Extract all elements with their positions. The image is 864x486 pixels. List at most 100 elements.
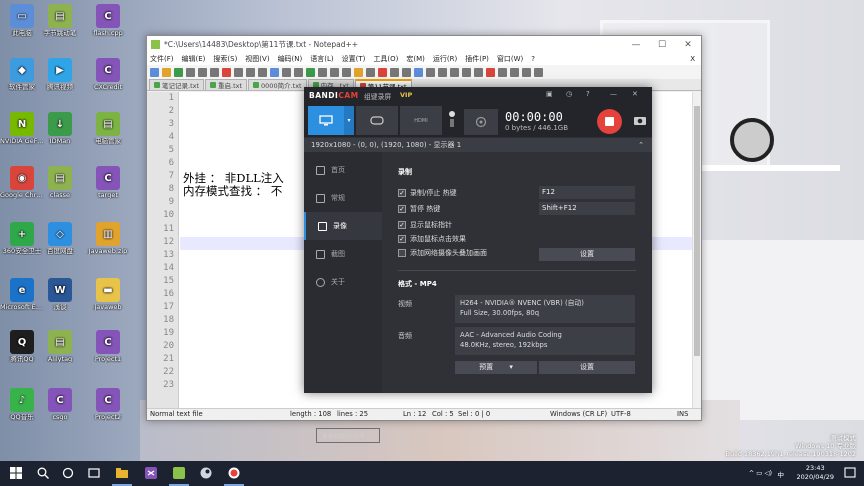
nav-home[interactable]: 首页: [304, 156, 382, 184]
bandicam-window[interactable]: BANDICAM 组键录屏 VIP ▣ ◷ ? — ✕ ▾ HDMI 00:00…: [304, 87, 652, 443]
record-stop-button[interactable]: [597, 109, 622, 134]
toolbar-icon[interactable]: [462, 67, 471, 77]
toolbar-icon[interactable]: [390, 67, 399, 77]
desktop-icon[interactable]: W 浅谈: [38, 278, 82, 311]
notepadpp-taskbar-icon[interactable]: [173, 467, 185, 479]
toolbar-icon[interactable]: [270, 67, 279, 77]
collapse-icon[interactable]: ⌃: [638, 138, 644, 152]
toolbar-icon[interactable]: [222, 67, 231, 77]
menu-close-doc[interactable]: X: [690, 55, 695, 63]
input-language[interactable]: 中: [778, 469, 785, 479]
toolbar-icon[interactable]: [162, 67, 171, 77]
toolbar-icon[interactable]: [402, 67, 411, 77]
desktop-icon[interactable]: ▤ 电脑管家: [86, 112, 130, 145]
vip-badge[interactable]: VIP: [400, 91, 412, 99]
webcam-icon[interactable]: [464, 109, 498, 135]
audio-format-box[interactable]: AAC - Advanced Audio Coding 48.0KHz, ste…: [455, 327, 635, 355]
menu-view[interactable]: 视图(V): [245, 54, 269, 64]
scrollbar-thumb[interactable]: [694, 106, 700, 356]
menu-run[interactable]: 运行(R): [433, 54, 457, 64]
option-checkbox[interactable]: ✓: [398, 189, 406, 197]
task-view-icon[interactable]: [88, 467, 100, 479]
option-checkbox[interactable]: ✓: [398, 235, 406, 243]
code-line[interactable]: 内存模式查找 ： 不: [183, 183, 282, 199]
tray-icons[interactable]: ^ ▭ ◁): [749, 469, 772, 477]
toolbar-icon[interactable]: [474, 67, 483, 77]
file-tab[interactable]: 重启.txt: [205, 79, 248, 90]
toolbar-icon[interactable]: [258, 67, 267, 77]
clock-icon[interactable]: ◷: [566, 90, 572, 98]
menu-help[interactable]: ?: [531, 55, 535, 63]
toolbar-icon[interactable]: [342, 67, 351, 77]
file-tab[interactable]: 0000简介.txt: [248, 79, 307, 90]
desktop-icon[interactable]: ▶ 腾讯视频: [38, 58, 82, 91]
option-checkbox[interactable]: [398, 249, 406, 257]
game-mode-button[interactable]: [356, 106, 398, 135]
menu-search[interactable]: 搜索(S): [213, 54, 237, 64]
menu-tools[interactable]: 工具(O): [373, 54, 398, 64]
toolbar-icon[interactable]: [450, 67, 459, 77]
desktop-icon[interactable]: ↓ IDMan: [38, 112, 82, 145]
desktop-icon[interactable]: ▤ 字节跳动笔: [38, 4, 82, 37]
toolbar-icon[interactable]: [294, 67, 303, 77]
option-checkbox[interactable]: ✓: [398, 221, 406, 229]
minimize-button[interactable]: —: [610, 90, 617, 98]
menu-macro[interactable]: 宏(M): [406, 54, 425, 64]
file-explorer-icon[interactable]: [116, 467, 128, 479]
toolbar-icon[interactable]: [378, 67, 387, 77]
desktop-icon[interactable]: ▥ Javaweb.zip: [86, 222, 130, 255]
toolbar-icon[interactable]: [282, 67, 291, 77]
desktop-icon[interactable]: ▤ classe: [38, 166, 82, 199]
desktop-icon[interactable]: ▬ javaweb: [86, 278, 130, 311]
steam-icon[interactable]: [200, 467, 212, 479]
desktop-icon[interactable]: C Project1: [86, 330, 130, 363]
visual-studio-icon[interactable]: [145, 467, 157, 479]
toolbar-icon[interactable]: [354, 67, 363, 77]
cortana-icon[interactable]: [62, 467, 74, 479]
desktop-icon[interactable]: Ccsgo: [38, 388, 82, 421]
toolbar-icon[interactable]: [234, 67, 243, 77]
desktop-icon[interactable]: C Project2: [86, 388, 130, 421]
menu-encoding[interactable]: 编码(N): [278, 54, 303, 64]
toolbar-icon[interactable]: [198, 67, 207, 77]
screen-mode-dropdown[interactable]: ▾: [344, 106, 354, 135]
maximize-button[interactable]: ☐: [649, 40, 675, 50]
nav-general[interactable]: 常规: [304, 184, 382, 212]
toolbar-icon[interactable]: [522, 67, 531, 77]
format-settings-button[interactable]: 设置: [539, 361, 635, 374]
folder-icon[interactable]: ▣: [546, 90, 553, 98]
desktop-icon[interactable]: ◇ 百度网盘: [38, 222, 82, 255]
menu-window[interactable]: 窗口(W): [497, 54, 523, 64]
toolbar-icon[interactable]: [186, 67, 195, 77]
bandicut-button[interactable]: BANDICUT ↗: [316, 428, 380, 443]
toolbar-icon[interactable]: [246, 67, 255, 77]
toolbar-icon[interactable]: [318, 67, 327, 77]
notepad-titlebar[interactable]: *C:\Users\14483\Desktop\第11节课.txt - Note…: [147, 36, 701, 53]
preset-dropdown[interactable]: 预置 ▾: [455, 361, 537, 374]
toolbar-icon[interactable]: [414, 67, 423, 77]
record-settings-button[interactable]: 设置: [539, 248, 635, 261]
desktop-icon[interactable]: ▤ Alilytag: [38, 330, 82, 363]
screen-mode-button[interactable]: [308, 106, 344, 135]
windows-start-icon[interactable]: [10, 467, 22, 479]
menu-settings[interactable]: 设置(T): [342, 54, 366, 64]
menu-language[interactable]: 语言(L): [310, 54, 333, 64]
toolbar-icon[interactable]: [366, 67, 375, 77]
desktop-icon[interactable]: Cflash.cpp: [86, 4, 130, 37]
toolbar-icon[interactable]: [498, 67, 507, 77]
minimize-button[interactable]: —: [623, 40, 649, 50]
file-tab[interactable]: 笔记记录.txt: [149, 79, 205, 90]
vertical-scrollbar[interactable]: [692, 92, 701, 408]
close-button[interactable]: ✕: [632, 90, 638, 98]
device-mode-button[interactable]: HDMI: [400, 106, 442, 135]
toolbar-icon[interactable]: [210, 67, 219, 77]
desktop-icon[interactable]: C CXCredit: [86, 58, 130, 91]
desktop-icon[interactable]: Ctarget: [86, 166, 130, 199]
notification-icon[interactable]: [844, 467, 856, 479]
menu-edit[interactable]: 编辑(E): [182, 54, 206, 64]
toolbar-icon[interactable]: [330, 67, 339, 77]
option-checkbox[interactable]: ✓: [398, 205, 406, 213]
toolbar-icon[interactable]: [426, 67, 435, 77]
toolbar-icon[interactable]: [306, 67, 315, 77]
search-icon[interactable]: [37, 467, 49, 479]
